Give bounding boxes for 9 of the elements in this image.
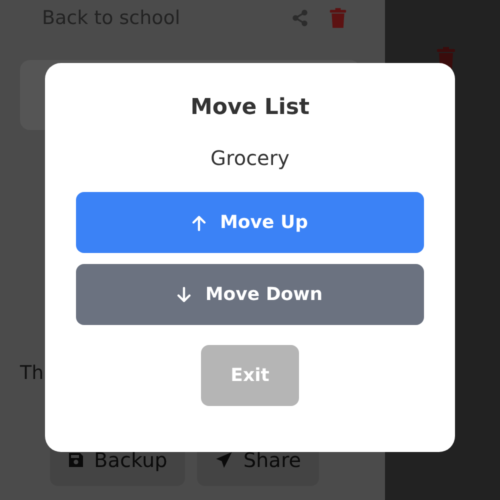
dialog-title: Move List [190, 95, 310, 120]
arrow-up-icon [192, 214, 206, 230]
dialog-button[interactable]: Move Up [76, 192, 424, 253]
share-icon[interactable] [291, 9, 309, 27]
note-text: Th [20, 362, 44, 384]
list-name: Grocery [210, 146, 290, 170]
dialog-button[interactable]: Move Down [76, 264, 424, 325]
save-icon [68, 452, 84, 468]
arrow-down-icon [177, 286, 192, 302]
